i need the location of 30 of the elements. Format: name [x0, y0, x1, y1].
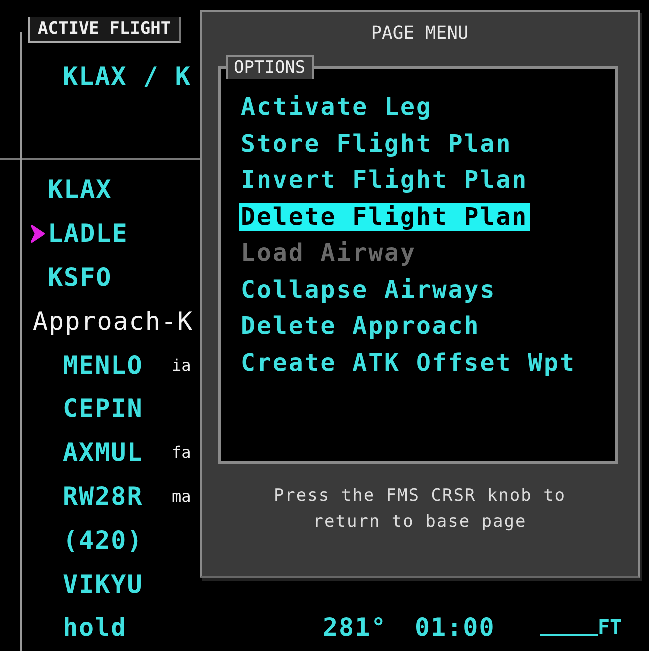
- leg-note: fa: [172, 443, 192, 462]
- leg-note: ma: [172, 486, 192, 506]
- waypoint-name[interactable]: KLAX: [48, 175, 112, 204]
- waypoint-name[interactable]: KSFO: [48, 262, 112, 292]
- course-value: 281°: [323, 613, 388, 642]
- route-text: KLAX / K: [63, 62, 192, 91]
- menu-option[interactable]: Activate Leg: [239, 93, 434, 122]
- panel-title: ACTIVE FLIGHT: [28, 17, 182, 43]
- waypoint-name[interactable]: RW28R: [63, 482, 144, 511]
- waypoint-name[interactable]: (420): [63, 526, 144, 555]
- options-label: OPTIONS: [226, 55, 314, 79]
- altitude-field[interactable]: FT: [540, 615, 622, 640]
- menu-option[interactable]: Delete Flight Plan: [239, 202, 530, 231]
- menu-title: PAGE MENU: [371, 22, 469, 44]
- waypoint-name[interactable]: LADLE: [48, 219, 128, 248]
- menu-option[interactable]: Create ATK Offset Wpt: [239, 348, 578, 377]
- waypoint-name[interactable]: hold: [63, 613, 128, 642]
- waypoint-name[interactable]: CEPIN: [63, 394, 144, 424]
- waypoint-name[interactable]: VIKYU: [63, 570, 144, 599]
- menu-option[interactable]: Collapse Airways: [239, 276, 498, 304]
- instruction-text: return to base page: [313, 512, 527, 532]
- menu-option[interactable]: Store Flight Plan: [239, 130, 514, 158]
- menu-option[interactable]: Invert Flight Plan: [239, 166, 530, 194]
- menu-option[interactable]: Delete Approach: [239, 312, 482, 340]
- leg-note: ia: [172, 356, 192, 375]
- distance-value: 01:00: [415, 613, 496, 642]
- waypoint-name[interactable]: MENLO: [63, 350, 144, 380]
- procedure-name: Approach-K: [33, 306, 194, 336]
- instruction-text: Press the FMS CRSR knob to: [274, 486, 566, 506]
- waypoint-name[interactable]: AXMUL: [63, 438, 144, 468]
